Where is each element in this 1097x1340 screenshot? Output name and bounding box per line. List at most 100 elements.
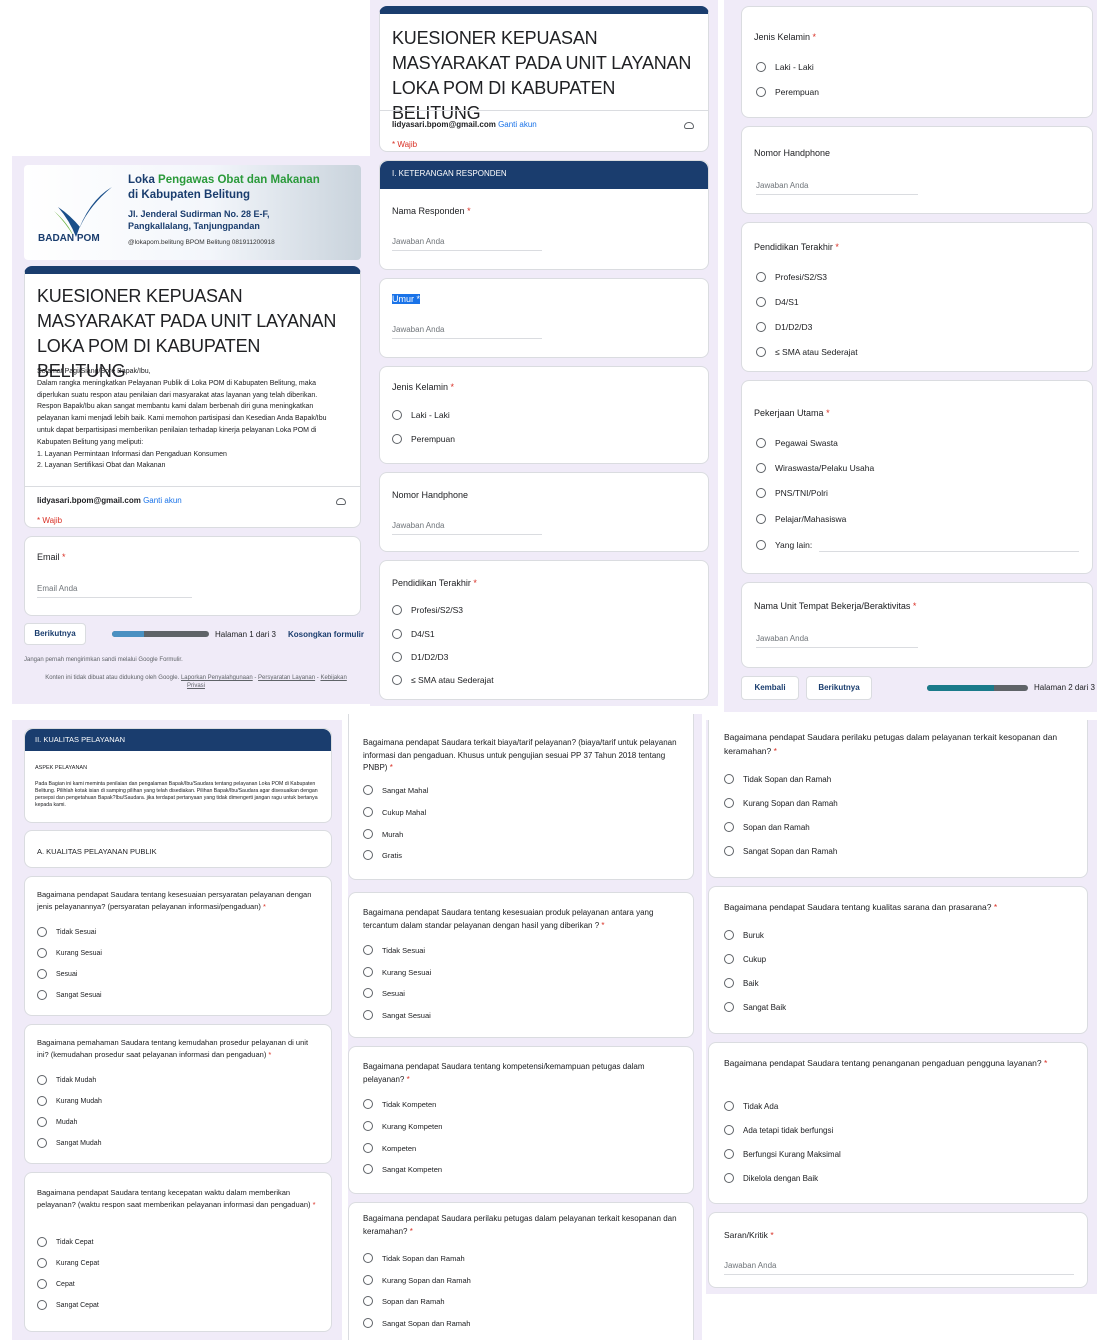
- phone-input[interactable]: Jawaban Anda: [392, 521, 542, 535]
- option-radio[interactable]: Sangat Sopan dan Ramah: [724, 846, 837, 856]
- radio-button[interactable]: [363, 1275, 373, 1285]
- radio-button[interactable]: [756, 347, 766, 357]
- option-radio[interactable]: PNS/TNI/Polri: [756, 488, 828, 498]
- option-radio[interactable]: Tidak Sesuai: [37, 927, 96, 937]
- option-radio-other[interactable]: Yang lain:: [756, 540, 812, 550]
- option-radio[interactable]: D4/S1: [392, 629, 435, 639]
- option-radio[interactable]: Dikelola dengan Baik: [724, 1173, 818, 1183]
- option-radio[interactable]: Sopan dan Ramah: [724, 822, 810, 832]
- option-radio[interactable]: Sangat Sopan dan Ramah: [363, 1318, 470, 1328]
- radio-button[interactable]: [363, 1010, 373, 1020]
- option-radio[interactable]: Wiraswasta/Pelaku Usaha: [756, 463, 874, 473]
- option-radio[interactable]: D4/S1: [756, 297, 799, 307]
- radio-button[interactable]: [756, 297, 766, 307]
- radio-button[interactable]: [756, 514, 766, 524]
- report-abuse-link[interactable]: Laporkan Penyalahgunaan: [181, 675, 253, 681]
- radio-button[interactable]: [363, 1121, 373, 1131]
- option-radio[interactable]: Sangat Mudah: [37, 1138, 102, 1148]
- option-radio[interactable]: Tidak Kompeten: [363, 1099, 436, 1109]
- radio-button[interactable]: [363, 785, 373, 795]
- age-input[interactable]: Jawaban Anda: [392, 325, 542, 339]
- radio-button[interactable]: [392, 434, 402, 444]
- radio-button[interactable]: [37, 927, 47, 937]
- option-radio[interactable]: Sangat Cepat: [37, 1300, 99, 1310]
- radio-button[interactable]: [37, 1138, 47, 1148]
- next-button[interactable]: Berikutnya: [24, 623, 86, 645]
- option-radio[interactable]: Perempuan: [392, 434, 455, 444]
- radio-button[interactable]: [756, 272, 766, 282]
- radio-button[interactable]: [363, 1253, 373, 1263]
- option-radio[interactable]: Sopan dan Ramah: [363, 1296, 445, 1306]
- option-radio[interactable]: Tidak Sopan dan Ramah: [724, 774, 831, 784]
- radio-button[interactable]: [37, 1300, 47, 1310]
- radio-button[interactable]: [392, 629, 402, 639]
- option-radio[interactable]: Cukup: [724, 954, 766, 964]
- option-radio[interactable]: Kurang Cepat: [37, 1258, 99, 1268]
- radio-button[interactable]: [724, 954, 734, 964]
- option-radio[interactable]: Kurang Sopan dan Ramah: [724, 798, 838, 808]
- radio-button[interactable]: [756, 540, 766, 550]
- radio-button[interactable]: [37, 1279, 47, 1289]
- next-button[interactable]: Berikutnya: [806, 676, 872, 700]
- option-radio[interactable]: Ada tetapi tidak berfungsi: [724, 1125, 833, 1135]
- radio-button[interactable]: [724, 1002, 734, 1012]
- radio-button[interactable]: [37, 1096, 47, 1106]
- radio-button[interactable]: [363, 1143, 373, 1153]
- switch-account-link[interactable]: Ganti akun: [498, 120, 537, 129]
- other-input[interactable]: [819, 551, 1079, 552]
- option-radio[interactable]: ≤ SMA atau Sederajat: [392, 675, 494, 685]
- radio-button[interactable]: [363, 807, 373, 817]
- option-radio[interactable]: D1/D2/D3: [756, 322, 812, 332]
- radio-button[interactable]: [756, 488, 766, 498]
- option-radio[interactable]: Sesuai: [37, 969, 77, 979]
- radio-button[interactable]: [363, 945, 373, 955]
- back-button[interactable]: Kembali: [741, 676, 799, 700]
- radio-button[interactable]: [756, 62, 766, 72]
- radio-button[interactable]: [37, 1117, 47, 1127]
- option-radio[interactable]: Pegawai Swasta: [756, 438, 838, 448]
- option-radio[interactable]: Kurang Sopan dan Ramah: [363, 1275, 471, 1285]
- option-radio[interactable]: Buruk: [724, 930, 764, 940]
- radio-button[interactable]: [363, 1318, 373, 1328]
- name-input[interactable]: Jawaban Anda: [392, 237, 542, 251]
- radio-button[interactable]: [363, 829, 373, 839]
- radio-button[interactable]: [37, 1075, 47, 1085]
- option-radio[interactable]: Kompeten: [363, 1143, 416, 1153]
- option-radio[interactable]: Murah: [363, 829, 403, 839]
- option-radio[interactable]: Tidak Sopan dan Ramah: [363, 1253, 465, 1263]
- option-radio[interactable]: Berfungsi Kurang Maksimal: [724, 1149, 841, 1159]
- option-radio[interactable]: Kurang Kompeten: [363, 1121, 442, 1131]
- radio-button[interactable]: [724, 1173, 734, 1183]
- option-radio[interactable]: Tidak Mudah: [37, 1075, 96, 1085]
- option-radio[interactable]: ≤ SMA atau Sederajat: [756, 347, 858, 357]
- radio-button[interactable]: [363, 1164, 373, 1174]
- radio-button[interactable]: [724, 978, 734, 988]
- option-radio[interactable]: Gratis: [363, 850, 402, 860]
- option-radio[interactable]: Profesi/S2/S3: [756, 272, 827, 282]
- option-radio[interactable]: Pelajar/Mahasiswa: [756, 514, 846, 524]
- option-radio[interactable]: D1/D2/D3: [392, 652, 448, 662]
- radio-button[interactable]: [37, 969, 47, 979]
- radio-button[interactable]: [37, 1258, 47, 1268]
- radio-button[interactable]: [756, 87, 766, 97]
- option-radio[interactable]: Baik: [724, 978, 759, 988]
- radio-button[interactable]: [392, 410, 402, 420]
- option-radio[interactable]: Sangat Baik: [724, 1002, 786, 1012]
- option-radio[interactable]: Tidak Ada: [724, 1101, 778, 1111]
- clear-form-link[interactable]: Kosongkan formulir: [288, 630, 364, 639]
- radio-button[interactable]: [724, 1101, 734, 1111]
- email-input[interactable]: Email Anda: [37, 584, 192, 598]
- option-radio[interactable]: Kurang Sesuai: [37, 948, 102, 958]
- radio-button[interactable]: [724, 930, 734, 940]
- radio-button[interactable]: [392, 675, 402, 685]
- radio-button[interactable]: [363, 988, 373, 998]
- radio-button[interactable]: [363, 1099, 373, 1109]
- radio-button[interactable]: [392, 652, 402, 662]
- option-radio[interactable]: Profesi/S2/S3: [392, 605, 463, 615]
- feedback-input[interactable]: Jawaban Anda: [724, 1261, 1074, 1275]
- option-radio[interactable]: Sangat Kompeten: [363, 1164, 442, 1174]
- option-radio[interactable]: Laki - Laki: [756, 62, 814, 72]
- radio-button[interactable]: [724, 774, 734, 784]
- option-radio[interactable]: Mudah: [37, 1117, 77, 1127]
- radio-button[interactable]: [724, 846, 734, 856]
